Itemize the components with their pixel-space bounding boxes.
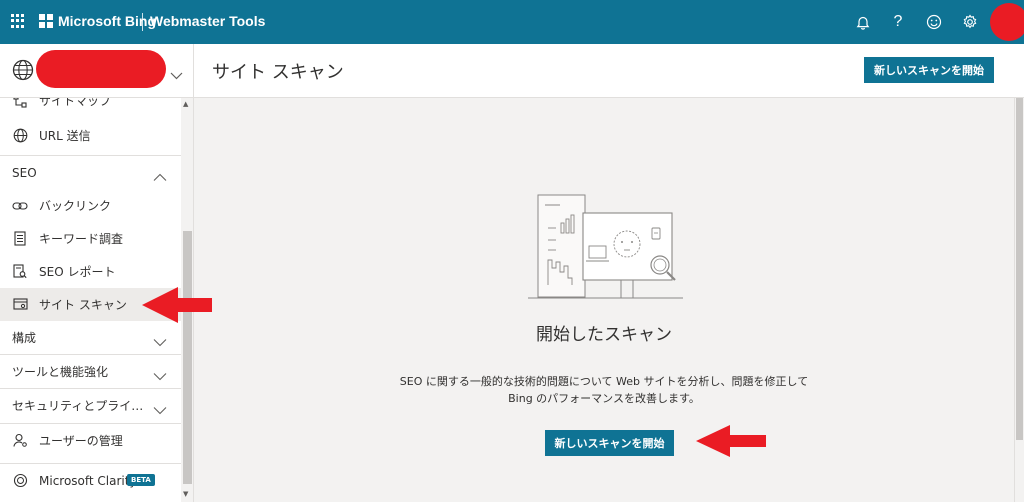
nav-group-label: 構成 bbox=[12, 331, 37, 345]
clarity-icon bbox=[12, 473, 28, 489]
sidebar-item-backlinks[interactable]: バックリンク bbox=[0, 189, 181, 222]
sidebar-item-label: SEO レポート bbox=[39, 265, 116, 279]
smiley-feedback-icon[interactable] bbox=[923, 11, 945, 33]
sidebar: サイトマップ URL 送信 SEO バックリンク キーワード調査 SEO レポー… bbox=[0, 44, 194, 502]
top-bar: Microsoft Bing Webmaster Tools ? bbox=[0, 0, 1024, 44]
page-title: サイト スキャン bbox=[212, 62, 344, 83]
main-scroll-thumb[interactable] bbox=[1016, 98, 1023, 440]
help-icon[interactable]: ? bbox=[887, 11, 909, 33]
user-settings-icon bbox=[12, 433, 28, 449]
sidebar-item-label: Microsoft Clarity bbox=[39, 473, 137, 488]
page-header: サイト スキャン 新しいスキャンを開始 bbox=[194, 44, 1024, 98]
sidebar-item-label: サイト スキャン bbox=[39, 298, 127, 312]
sidebar-item-seo-report[interactable]: SEO レポート bbox=[0, 255, 181, 288]
chevron-down-icon bbox=[153, 366, 167, 385]
nav-group-tools[interactable]: ツールと機能強化 bbox=[0, 355, 181, 388]
scroll-down-arrow-icon[interactable]: ▼ bbox=[183, 490, 188, 498]
nav-group-seo[interactable]: SEO bbox=[0, 156, 181, 189]
report-icon bbox=[12, 264, 28, 280]
annotation-arrow-sidebar-icon bbox=[142, 287, 212, 323]
nav-group-label: ツールと機能強化 bbox=[12, 365, 109, 379]
chevron-down-icon[interactable] bbox=[170, 65, 183, 84]
sitemap-icon bbox=[12, 98, 28, 109]
chevron-down-icon bbox=[153, 332, 167, 351]
sidebar-item-sitemap[interactable]: サイトマップ bbox=[0, 98, 181, 117]
link-icon bbox=[12, 198, 28, 214]
start-new-scan-button[interactable]: 新しいスキャンを開始 bbox=[545, 430, 674, 456]
site-selector[interactable] bbox=[0, 44, 193, 98]
sidebar-item-label: URL 送信 bbox=[39, 129, 91, 143]
chevron-up-icon bbox=[153, 167, 167, 186]
sidebar-item-url-submission[interactable]: URL 送信 bbox=[0, 119, 181, 152]
nav-group-label: セキュリティとプライ… bbox=[12, 399, 144, 413]
empty-state-illustration-icon bbox=[528, 194, 683, 299]
brand-divider bbox=[142, 13, 143, 31]
apps-grid-icon[interactable] bbox=[11, 14, 25, 28]
bell-icon[interactable] bbox=[852, 11, 874, 33]
annotation-arrow-button-icon bbox=[696, 425, 766, 457]
new-scan-button[interactable]: 新しいスキャンを開始 bbox=[864, 57, 994, 83]
product-name[interactable]: Webmaster Tools bbox=[150, 13, 265, 29]
avatar[interactable] bbox=[990, 3, 1024, 41]
document-icon bbox=[12, 231, 28, 247]
globe-icon bbox=[12, 59, 34, 85]
empty-state-description: SEO に関する一般的な技術的問題について Web サイトを分析し、問題を修正し… bbox=[399, 375, 809, 405]
beta-badge: BETA bbox=[127, 474, 155, 486]
microsoft-logo-icon bbox=[39, 14, 53, 28]
empty-state-title: 開始したスキャン bbox=[536, 325, 672, 345]
site-name-redaction bbox=[36, 50, 166, 88]
nav-group-security[interactable]: セキュリティとプライ… bbox=[0, 389, 181, 422]
nav-group-label: SEO bbox=[12, 165, 37, 180]
sidebar-item-label: サイトマップ bbox=[39, 98, 112, 108]
gear-icon[interactable] bbox=[959, 11, 981, 33]
sidebar-item-label: ユーザーの管理 bbox=[39, 434, 123, 448]
chevron-down-icon bbox=[153, 400, 167, 419]
sidebar-item-microsoft-clarity[interactable]: Microsoft Clarity BETA bbox=[0, 464, 181, 497]
sidebar-item-keyword-research[interactable]: キーワード調査 bbox=[0, 222, 181, 255]
globe-icon bbox=[12, 128, 28, 144]
scan-icon bbox=[12, 297, 28, 313]
sidebar-item-user-management[interactable]: ユーザーの管理 bbox=[0, 424, 181, 457]
sidebar-item-label: バックリンク bbox=[39, 199, 112, 213]
sidebar-item-label: キーワード調査 bbox=[39, 232, 124, 246]
scroll-up-arrow-icon[interactable]: ▲ bbox=[183, 100, 188, 108]
sidebar-scroll-thumb[interactable] bbox=[183, 231, 192, 484]
nav-group-configuration[interactable]: 構成 bbox=[0, 321, 181, 354]
